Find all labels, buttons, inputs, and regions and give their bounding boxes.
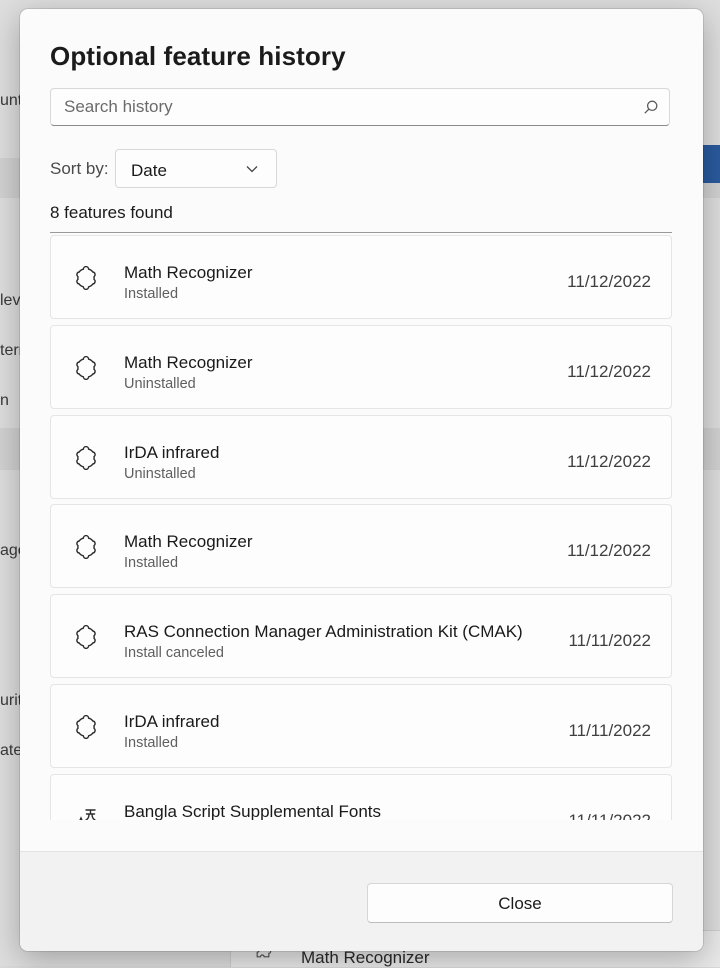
chevron-down-icon <box>246 166 258 173</box>
puzzle-icon <box>76 356 96 380</box>
feature-status: Uninstalled <box>124 376 196 392</box>
background-text: lev <box>0 292 21 309</box>
background-text: n <box>0 392 9 409</box>
background-text: ate <box>0 742 23 759</box>
background-item-label: Math Recognizer <box>301 948 430 967</box>
results-count: 8 features found <box>50 203 173 222</box>
feature-name: Math Recognizer <box>124 353 253 372</box>
feature-date: 11/12/2022 <box>567 541 651 560</box>
feature-name: IrDA infrared <box>124 443 220 462</box>
puzzle-icon <box>76 535 96 559</box>
feature-status: Install canceled <box>124 645 224 661</box>
feature-list[interactable]: Math Recognizer Installed 11/12/2022 Mat… <box>50 233 674 820</box>
background-text: unt <box>0 92 23 109</box>
feature-row[interactable]: RAS Connection Manager Administration Ki… <box>50 594 672 678</box>
dialog-title: Optional feature history <box>50 41 346 71</box>
feature-row[interactable]: Math Recognizer Installed 11/12/2022 <box>50 235 672 319</box>
feature-date: 11/12/2022 <box>567 362 651 381</box>
search-icon[interactable] <box>643 99 659 115</box>
feature-name: Bangla Script Supplemental Fonts <box>124 802 382 820</box>
feature-status: Installed <box>124 286 179 302</box>
feature-status: Installed <box>124 555 179 571</box>
feature-status: Installed <box>124 735 179 751</box>
feature-date: 11/12/2022 <box>567 272 651 291</box>
feature-name: IrDA infrared <box>124 712 220 731</box>
font-icon <box>79 809 96 820</box>
feature-row[interactable]: IrDA infrared Installed 11/11/2022 <box>50 684 672 768</box>
feature-name: Math Recognizer <box>124 532 253 551</box>
sort-dropdown[interactable]: Date <box>115 149 277 188</box>
feature-date: 11/11/2022 <box>568 631 651 650</box>
feature-name: Math Recognizer <box>124 263 253 282</box>
feature-row[interactable]: IrDA infrared Uninstalled 11/12/2022 <box>50 415 672 499</box>
feature-row[interactable]: Bangla Script Supplemental Fonts 11/11/2… <box>50 774 672 820</box>
feature-row[interactable]: Math Recognizer Installed 11/12/2022 <box>50 504 672 588</box>
optional-feature-history-dialog: Optional feature history Sort by: Date 8… <box>20 9 703 951</box>
puzzle-icon <box>76 715 96 739</box>
close-button[interactable]: Close <box>367 883 673 923</box>
dialog-footer: Close <box>20 851 703 951</box>
sort-label: Sort by: <box>50 159 109 178</box>
background-text: urit <box>0 692 23 709</box>
feature-date: 11/12/2022 <box>567 452 651 471</box>
puzzle-icon <box>76 625 96 649</box>
feature-status: Uninstalled <box>124 466 196 482</box>
search-input[interactable] <box>51 89 644 125</box>
puzzle-icon <box>76 266 96 290</box>
puzzle-icon <box>76 446 96 470</box>
feature-name: RAS Connection Manager Administration Ki… <box>124 622 523 641</box>
search-box[interactable] <box>50 88 670 126</box>
feature-date: 11/11/2022 <box>568 721 651 740</box>
feature-row[interactable]: Math Recognizer Uninstalled 11/12/2022 <box>50 325 672 409</box>
sort-value: Date <box>131 161 167 180</box>
feature-date: 11/11/2022 <box>568 811 651 820</box>
